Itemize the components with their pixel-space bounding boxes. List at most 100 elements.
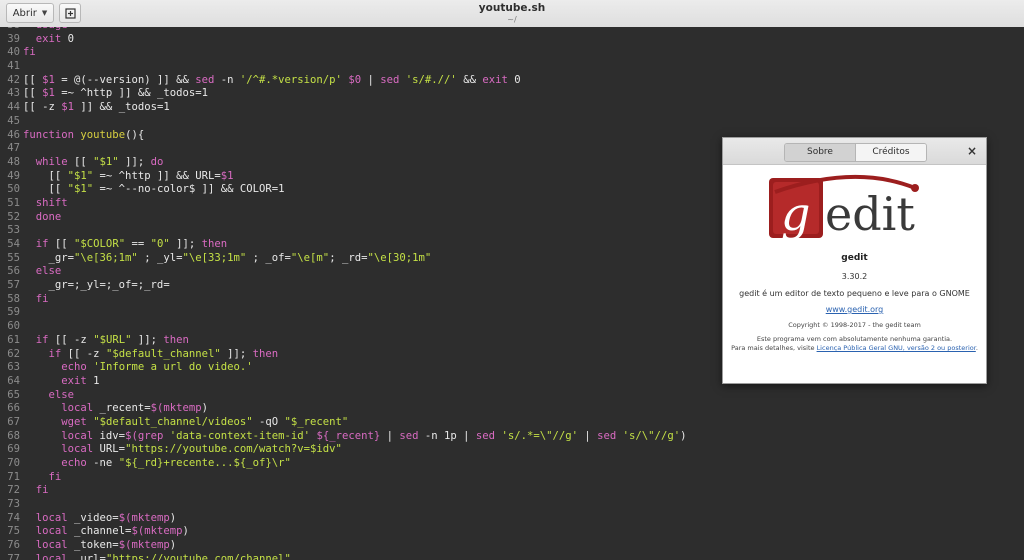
code-line: 74 local _video=$(mktemp) bbox=[0, 512, 686, 526]
line-code: [[ -z $1 ]] && _todos=1 bbox=[23, 101, 170, 114]
code-line: 47 bbox=[0, 142, 686, 156]
code-line: 75 local _channel=$(mktemp) bbox=[0, 525, 686, 539]
code-line: 66 local _recent=$(mktemp) bbox=[0, 402, 686, 416]
line-number: 49 bbox=[7, 169, 20, 182]
app-name: gedit bbox=[841, 253, 868, 263]
line-code: fi bbox=[35, 484, 49, 497]
window-subtitle: ~/ bbox=[507, 15, 517, 24]
code-line: 68 local idv=$(grep 'data-context-item-i… bbox=[0, 430, 686, 444]
about-tabs: Sobre Créditos bbox=[784, 143, 927, 162]
code-line: 54 if [[ "$COLOR" == "0" ]]; then bbox=[0, 238, 686, 252]
code-line: 67 wget "$default_channel/videos" -qO "$… bbox=[0, 416, 686, 430]
code-line: 59 bbox=[0, 306, 686, 320]
line-code: else bbox=[48, 388, 75, 401]
gedit-logo: g edit bbox=[768, 174, 919, 241]
line-code: local _channel=$(mktemp) bbox=[35, 525, 189, 538]
line-number: 45 bbox=[7, 114, 20, 127]
line-number: 43 bbox=[7, 87, 20, 100]
close-button[interactable]: × bbox=[967, 143, 977, 159]
line-code: fi bbox=[35, 292, 49, 305]
line-number: 67 bbox=[7, 415, 20, 428]
code-line: 55 _gr="\e[36;1m" ; _yl="\e[33;1m" ; _of… bbox=[0, 252, 686, 266]
line-code: exit 0 bbox=[35, 32, 75, 45]
line-code: [[ $1 =~ ^http ]] && _todos=1 bbox=[23, 87, 208, 100]
website-link[interactable]: www.gedit.org bbox=[723, 304, 986, 315]
line-number: 75 bbox=[7, 525, 20, 538]
line-number: 50 bbox=[7, 183, 20, 196]
line-number: 70 bbox=[7, 457, 20, 469]
tab-about[interactable]: Sobre bbox=[785, 144, 855, 161]
line-code: if [[ -z "$default_channel" ]]; then bbox=[48, 347, 279, 360]
line-code: local _video=$(mktemp) bbox=[35, 511, 177, 524]
line-number: 58 bbox=[7, 292, 20, 305]
code-line: 43[[ $1 =~ ^http ]] && _todos=1 bbox=[0, 87, 686, 101]
code-line: 65 else bbox=[0, 389, 686, 403]
line-number: 44 bbox=[7, 101, 20, 114]
code-line: 77 local _url="https://youtube.com/chann… bbox=[0, 553, 686, 560]
tab-credits[interactable]: Créditos bbox=[855, 144, 926, 161]
line-code: function youtube(){ bbox=[23, 128, 145, 141]
code-line: 45 bbox=[0, 115, 686, 129]
window-title-block: youtube.sh ~/ bbox=[0, 2, 1024, 24]
code-line: 44[[ -z $1 ]] && _todos=1 bbox=[0, 101, 686, 115]
line-number: 53 bbox=[7, 224, 20, 237]
line-number: 72 bbox=[7, 484, 20, 497]
line-number: 42 bbox=[7, 73, 20, 86]
line-code: local _recent=$(mktemp) bbox=[61, 402, 209, 415]
line-code: else bbox=[35, 265, 62, 278]
code-line: 76 local _token=$(mktemp) bbox=[0, 539, 686, 553]
line-number: 39 bbox=[7, 32, 20, 45]
code-line: 62 if [[ -z "$default_channel" ]]; then bbox=[0, 348, 686, 362]
code-line: 50 [[ "$1" =~ ^--no-color$ ]] && COLOR=1 bbox=[0, 183, 686, 197]
line-number: 41 bbox=[7, 60, 20, 73]
line-number: 66 bbox=[7, 402, 20, 415]
code-line: 71 fi bbox=[0, 471, 686, 485]
line-number: 56 bbox=[7, 265, 20, 278]
code-line: 49 [[ "$1" =~ ^http ]] && URL=$1 bbox=[0, 170, 686, 184]
line-code: wget "$default_channel/videos" -qO "$_re… bbox=[61, 415, 349, 428]
code-line: 56 else bbox=[0, 265, 686, 279]
line-code: [[ "$1" =~ ^--no-color$ ]] && COLOR=1 bbox=[23, 183, 285, 196]
code-line: 51 shift bbox=[0, 197, 686, 211]
line-number: 62 bbox=[7, 347, 20, 360]
line-number: 55 bbox=[7, 251, 20, 264]
line-number: 46 bbox=[7, 128, 20, 141]
code-line: 64 exit 1 bbox=[0, 375, 686, 389]
code-line: 73 bbox=[0, 498, 686, 512]
line-number: 64 bbox=[7, 374, 20, 387]
about-dialog-header: Sobre Créditos × bbox=[723, 138, 986, 165]
line-code: shift bbox=[35, 196, 68, 209]
code-line: 41 bbox=[0, 60, 686, 74]
line-code: local idv=$(grep 'data-context-item-id' … bbox=[61, 429, 687, 442]
header-bar: Abrir ▼ youtube.sh ~/ bbox=[0, 0, 1024, 28]
logo-letters: edit bbox=[825, 187, 915, 241]
app-version: 3.30.2 bbox=[841, 272, 868, 281]
license-prefix: Para mais detalhes, visite bbox=[731, 344, 817, 352]
line-number: 76 bbox=[7, 539, 20, 552]
line-code: if [[ -z "$URL" ]]; then bbox=[35, 333, 189, 346]
copyright-text: Copyright © 1998-2017 - the gedit team bbox=[788, 321, 921, 329]
line-code: echo 'Informe a url do video.' bbox=[61, 361, 253, 374]
code-line: 57 _gr=;_yl=;_of=;_rd= bbox=[0, 279, 686, 293]
line-number: 74 bbox=[7, 511, 20, 524]
about-dialog: Sobre Créditos × g edit gedit 3.30.2 ged… bbox=[722, 137, 987, 384]
window-title: youtube.sh bbox=[478, 2, 546, 14]
line-code: echo -ne "${_rd}+recente...${_of}\r" bbox=[61, 457, 291, 469]
code-lines: 38 usage39 exit 040fi4142[[ $1 = @(--ver… bbox=[0, 27, 686, 560]
code-line: 46 function youtube(){ bbox=[0, 129, 686, 143]
license-line-1: Este programa vem com absolutamente nenh… bbox=[756, 335, 953, 343]
license-link[interactable]: Licença Pública Geral GNU, versão 2 ou p… bbox=[817, 344, 976, 352]
line-number: 48 bbox=[7, 155, 20, 168]
code-line: 58 fi bbox=[0, 293, 686, 307]
code-line: 42[[ $1 = @(--version) ]] && sed -n '/^#… bbox=[0, 74, 686, 88]
line-number: 71 bbox=[7, 470, 20, 483]
line-number: 47 bbox=[7, 142, 20, 155]
line-number: 63 bbox=[7, 361, 20, 374]
line-number: 77 bbox=[7, 552, 20, 560]
line-code: usage bbox=[23, 27, 68, 31]
code-line: 70 echo -ne "${_rd}+recente...${_of}\r" bbox=[0, 457, 686, 471]
line-number: 40 bbox=[7, 46, 20, 59]
line-code: [[ "$1" =~ ^http ]] && URL=$1 bbox=[23, 169, 234, 182]
line-code: local URL="https://youtube.com/watch?v=$… bbox=[61, 443, 342, 456]
license-text: Este programa vem com absolutamente nenh… bbox=[723, 335, 986, 353]
